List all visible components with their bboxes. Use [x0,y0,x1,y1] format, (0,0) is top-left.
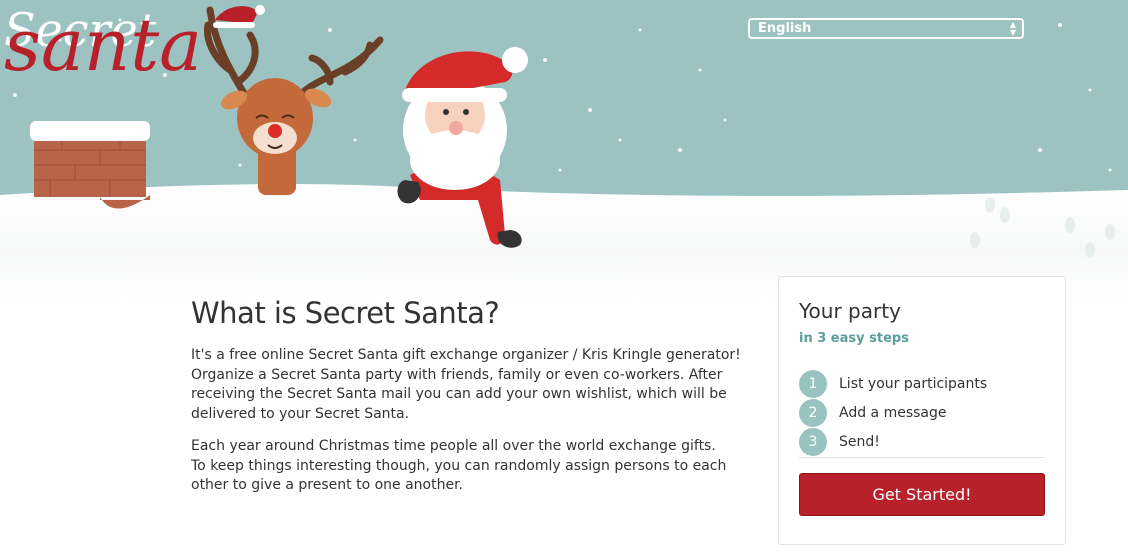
party-card-subtitle: in 3 easy steps [799,331,909,346]
step-item: 2 Add a message [799,399,1045,427]
step-label: List your participants [839,376,988,392]
step-number: 3 [799,428,827,456]
intro-section: What is Secret Santa? It's a free online… [191,296,751,496]
select-arrows-icon: ▲ ▼ [1009,20,1016,37]
hero-banner: English ▲ ▼ Secret santa [0,0,1128,300]
party-card-title: Your party [799,299,901,323]
intro-paragraph-2: Each year around Christmas time people a… [191,437,751,496]
intro-paragraph-2-line-1: Each year around Christmas time people a… [191,438,716,454]
get-started-button[interactable]: Get Started! [799,473,1045,516]
step-number: 1 [799,370,827,398]
intro-paragraph-1: It's a free online Secret Santa gift exc… [191,347,741,422]
language-select[interactable]: English ▲ ▼ [748,18,1024,39]
step-label: Send! [839,434,880,450]
step-label: Add a message [839,405,947,421]
intro-title: What is Secret Santa? [191,296,500,330]
logo-santa: santa [4,3,265,87]
step-number: 2 [799,399,827,427]
step-item: 1 List your participants [799,370,1045,398]
party-card: Your party in 3 easy steps 1 List your p… [778,276,1066,545]
language-select-value: English [758,21,812,36]
step-item: 3 Send! [799,428,1045,456]
intro-paragraph-2-line-2: To keep things interesting though, you c… [191,457,727,494]
chimney-illustration [30,121,150,209]
logo-line2: santa [4,3,202,87]
divider [799,457,1045,458]
